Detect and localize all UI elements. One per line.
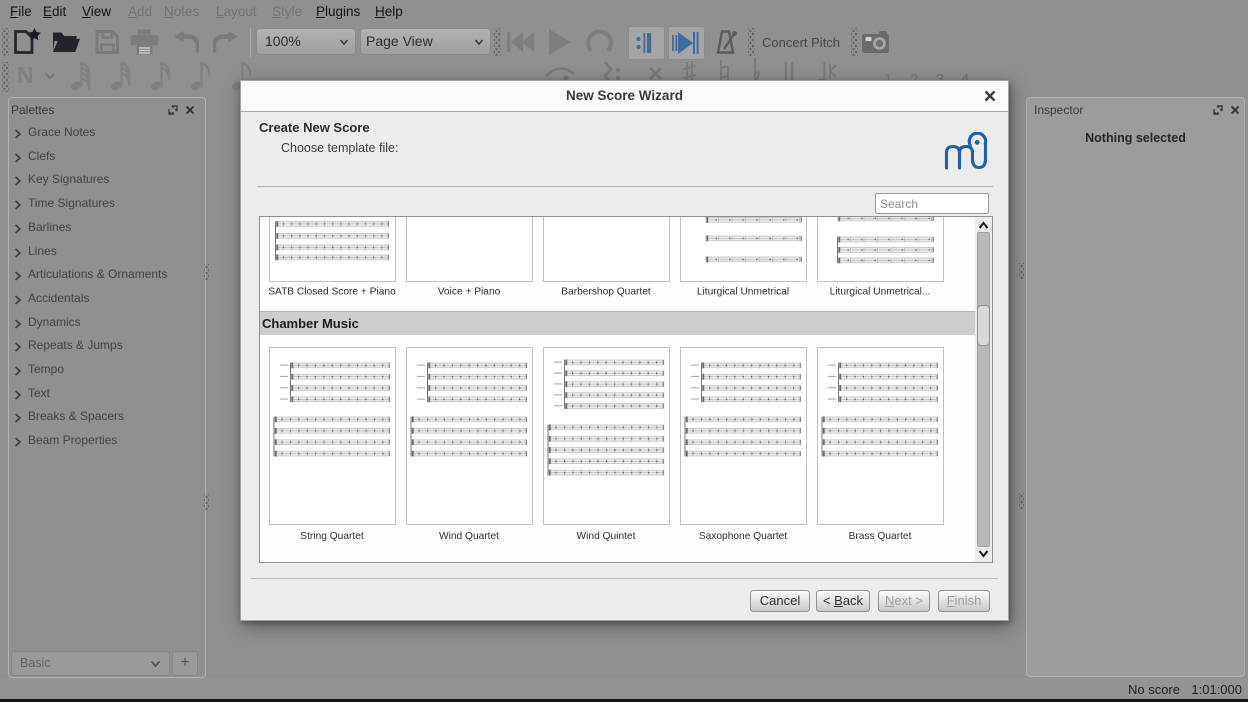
svg-text:Wind Quintet: Wind Quintet	[577, 531, 636, 542]
svg-text:Chamber Music: Chamber Music	[262, 316, 359, 331]
svg-text:Liturgical Unmetrical: Liturgical Unmetrical	[697, 287, 789, 298]
svg-text:String Quartet: String Quartet	[300, 531, 364, 542]
svg-text:Voice + Piano: Voice + Piano	[438, 287, 501, 298]
svg-text:Barbershop Quartet: Barbershop Quartet	[561, 287, 651, 298]
svg-text:Liturgical Unmetrical...: Liturgical Unmetrical...	[830, 287, 931, 298]
svg-text:Wind Quartet: Wind Quartet	[439, 531, 499, 542]
svg-text:Brass Quartet: Brass Quartet	[849, 531, 912, 542]
svg-text:Saxophone Quartet: Saxophone Quartet	[699, 531, 788, 542]
svg-text:SATB Closed Score + Piano: SATB Closed Score + Piano	[268, 287, 396, 298]
